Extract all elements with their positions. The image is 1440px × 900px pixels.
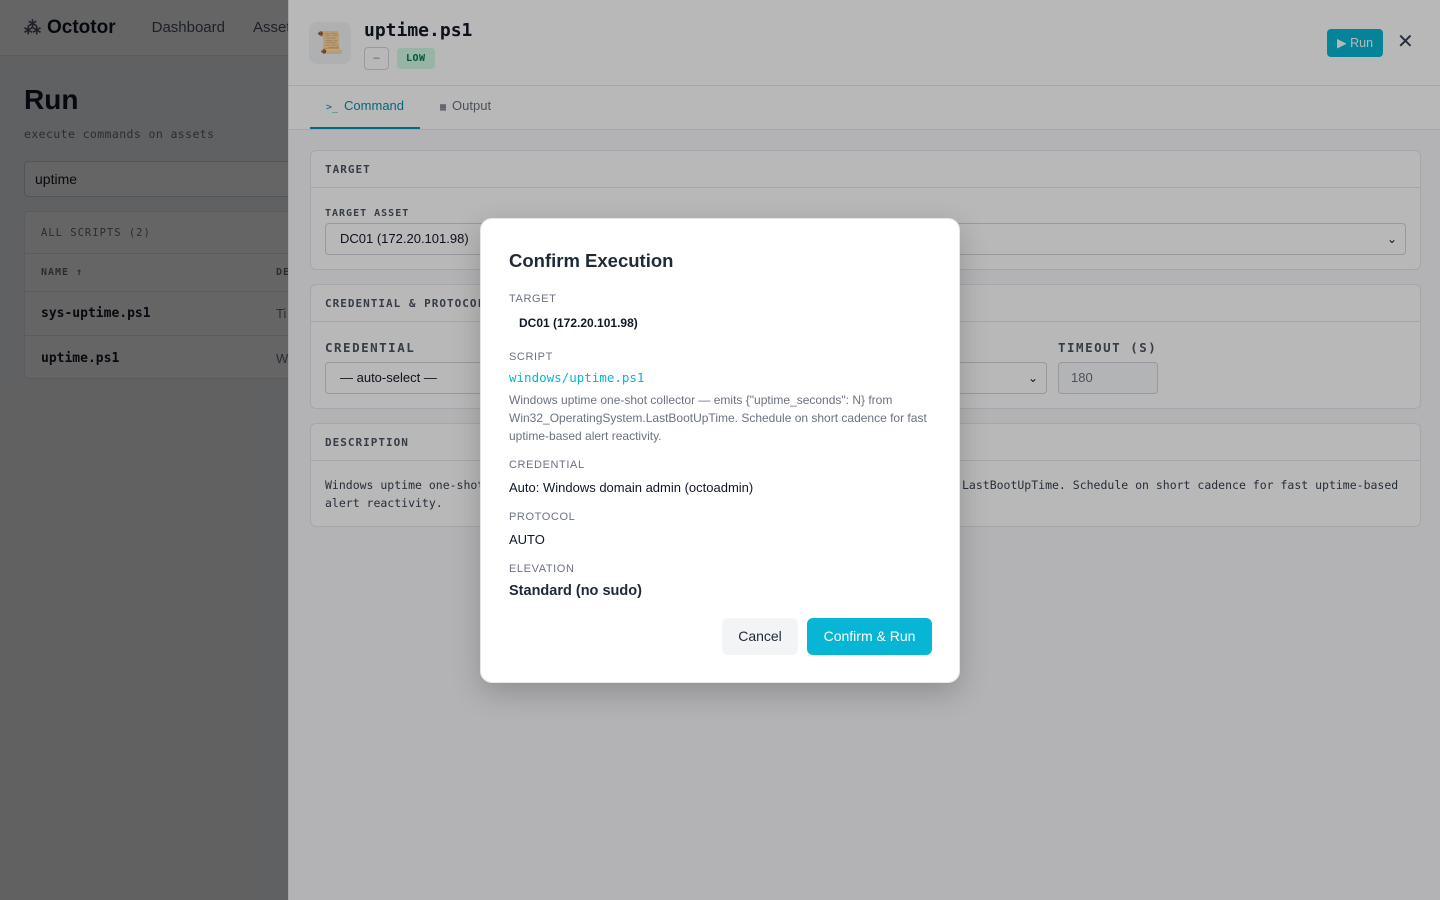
- protocol-value: AUTO: [509, 532, 545, 547]
- dialog-title: Confirm Execution: [509, 250, 674, 271]
- confirm-execution-dialog: Confirm Execution TARGET DC01 (172.20.10…: [480, 218, 960, 683]
- cancel-button[interactable]: Cancel: [722, 618, 798, 655]
- script-description: Windows uptime one-shot collector — emit…: [509, 393, 927, 443]
- target-value: DC01 (172.20.101.98): [519, 316, 638, 330]
- credential-value: Auto: Windows domain admin (octoadmin): [509, 480, 754, 495]
- script-path: windows/uptime.ps1: [509, 370, 645, 385]
- script-label: SCRIPT: [509, 351, 553, 363]
- target-label: TARGET: [509, 293, 557, 305]
- elevation-label: ELEVATION: [509, 563, 575, 575]
- protocol-label: PROTOCOL: [509, 511, 576, 523]
- confirm-run-button[interactable]: Confirm & Run: [807, 618, 932, 655]
- credential-label: CREDENTIAL: [509, 459, 585, 471]
- elevation-value: Standard (no sudo): [509, 583, 642, 599]
